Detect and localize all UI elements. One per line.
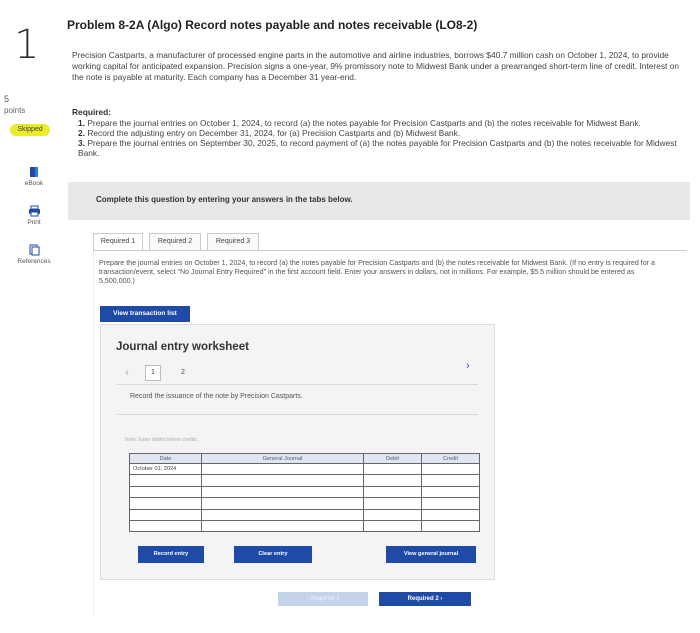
view-general-journal-button[interactable]: View general journal xyxy=(386,546,476,563)
column-header-credit: Credit xyxy=(421,453,480,464)
date-cell[interactable] xyxy=(129,485,202,499)
print-label: Print xyxy=(27,219,41,226)
chevron-left-icon[interactable]: ‹ xyxy=(119,365,135,381)
credit-cell[interactable] xyxy=(421,462,480,476)
references-label: References xyxy=(17,258,51,265)
required-heading: Required: xyxy=(72,107,112,117)
debit-cell[interactable] xyxy=(363,497,422,510)
table-row xyxy=(129,508,480,521)
account-cell[interactable] xyxy=(201,519,364,533)
instruction-band: Complete this question by entering your … xyxy=(68,182,690,220)
table-header-row: Date General Journal Debit Credit xyxy=(129,453,480,464)
credit-cell[interactable] xyxy=(421,497,480,510)
account-cell[interactable] xyxy=(201,474,364,487)
print-button[interactable]: Print xyxy=(14,205,54,226)
table-row xyxy=(129,474,480,487)
debit-cell[interactable] xyxy=(363,508,422,521)
credit-cell[interactable] xyxy=(421,474,480,487)
required-item: 2. Record the adjusting entry on Decembe… xyxy=(78,128,461,138)
worksheet-description: Record the issuance of the note by Preci… xyxy=(130,393,303,400)
table-row xyxy=(129,519,480,533)
references-icon xyxy=(29,244,39,256)
table-row xyxy=(129,485,480,499)
instruction-text: Complete this question by entering your … xyxy=(96,195,353,204)
credit-cell[interactable] xyxy=(421,508,480,521)
next-required-button[interactable]: Required 2 › xyxy=(379,592,471,606)
left-rail: 1 5 points Skipped eBook Print Reference… xyxy=(0,0,60,633)
date-cell[interactable]: October 01, 2024 xyxy=(129,462,202,476)
required-item: 1. Prepare the journal entries on Octobe… xyxy=(78,118,641,128)
ebook-label: eBook xyxy=(24,180,44,187)
table-row: October 01, 2024 xyxy=(129,462,480,476)
worksheet-note: Note: Enter debits before credits. xyxy=(125,437,199,443)
required-item: 3. Prepare the journal entries on Septem… xyxy=(78,138,677,158)
debit-cell[interactable] xyxy=(363,474,422,487)
date-cell[interactable] xyxy=(129,474,202,487)
book-icon xyxy=(30,167,38,177)
record-entry-button[interactable]: Record entry xyxy=(138,546,204,563)
tab-required-2[interactable]: Required 2 xyxy=(149,233,201,251)
problem-intro: Precision Castparts, a manufacturer of p… xyxy=(72,50,680,82)
required-list: 1. Prepare the journal entries on Octobe… xyxy=(78,118,678,158)
account-cell[interactable] xyxy=(201,485,364,499)
points-label: points xyxy=(4,106,26,115)
debit-cell[interactable] xyxy=(363,485,422,499)
worksheet-page-2[interactable]: 2 xyxy=(175,365,191,381)
credit-cell[interactable] xyxy=(421,485,480,499)
ebook-button[interactable]: eBook xyxy=(14,166,54,187)
worksheet-title: Journal entry worksheet xyxy=(116,341,249,353)
date-cell[interactable] xyxy=(129,497,202,510)
account-cell[interactable] xyxy=(201,497,364,510)
worksheet-page-1[interactable]: 1 xyxy=(145,365,161,381)
clear-entry-button[interactable]: Clear entry xyxy=(234,546,312,563)
column-header-date: Date xyxy=(129,453,202,464)
journal-table: Date General Journal Debit Credit Octobe… xyxy=(129,453,480,533)
debit-cell[interactable] xyxy=(363,462,422,476)
skipped-badge: Skipped xyxy=(10,124,50,136)
problem-title: Problem 8-2A (Algo) Record notes payable… xyxy=(67,18,478,32)
view-transaction-list-button[interactable]: View transaction list xyxy=(100,306,190,322)
column-header-debit: Debit xyxy=(363,453,422,464)
debit-cell[interactable] xyxy=(363,519,422,533)
chevron-right-icon[interactable]: › xyxy=(466,360,478,374)
column-header-general-journal: General Journal xyxy=(201,453,364,464)
divider xyxy=(117,414,478,415)
points-value: 5 xyxy=(4,94,10,104)
table-row xyxy=(129,497,480,510)
date-cell[interactable] xyxy=(129,519,202,533)
account-cell[interactable] xyxy=(201,508,364,521)
tab-required-3[interactable]: Required 3 xyxy=(207,233,259,251)
references-button[interactable]: References xyxy=(14,244,54,265)
question-number: 1 xyxy=(14,22,40,68)
printer-icon xyxy=(28,205,40,217)
journal-entry-worksheet xyxy=(100,324,495,580)
previous-required-button[interactable]: ‹ Required 1 xyxy=(278,592,368,606)
account-cell[interactable] xyxy=(201,462,364,476)
credit-cell[interactable] xyxy=(421,519,480,533)
date-cell[interactable] xyxy=(129,508,202,521)
tab-instructions: Prepare the journal entries on October 1… xyxy=(99,259,655,285)
divider xyxy=(117,384,478,385)
tab-required-1[interactable]: Required 1 xyxy=(93,233,143,251)
